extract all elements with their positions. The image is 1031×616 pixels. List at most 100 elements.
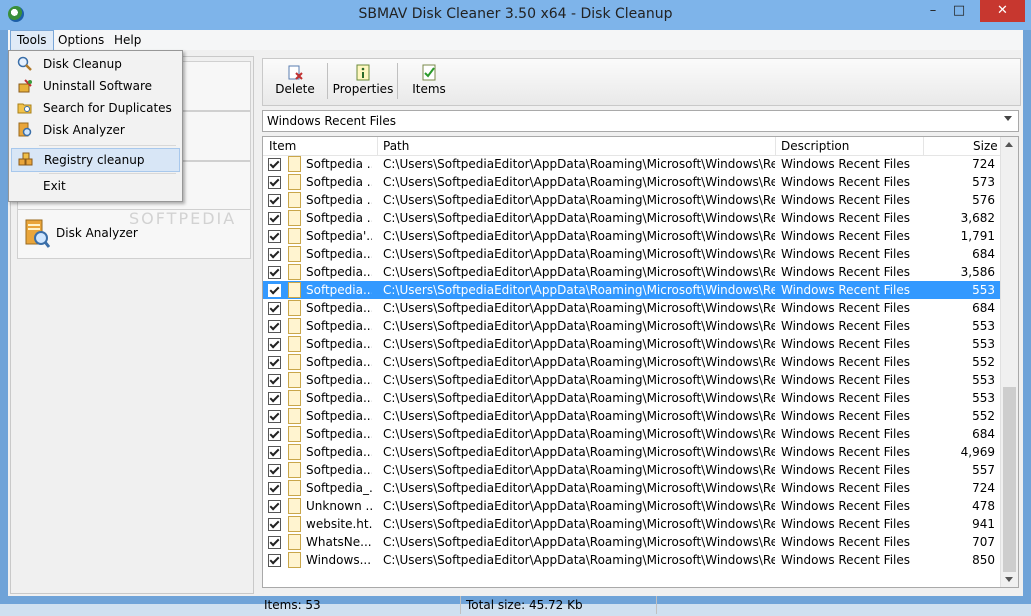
- scroll-thumb[interactable]: [1003, 387, 1016, 572]
- maximize-button[interactable]: □: [946, 0, 972, 22]
- row-checkbox[interactable]: [268, 518, 281, 531]
- row-checkbox[interactable]: [268, 158, 281, 171]
- row-checkbox[interactable]: [268, 266, 281, 279]
- toolbar: Delete Properties Items: [262, 58, 1021, 106]
- table-row[interactable]: Softpedia'... C:\Users\SoftpediaEditor\Ap…: [263, 227, 1000, 245]
- scroll-up-arrow-icon[interactable]: [1005, 142, 1013, 147]
- delete-button[interactable]: Delete: [267, 62, 323, 102]
- row-checkbox[interactable]: [268, 302, 281, 315]
- cell-description: Windows Recent Files: [781, 355, 910, 369]
- row-checkbox[interactable]: [268, 392, 281, 405]
- category-dropdown[interactable]: Windows Recent Files: [262, 110, 1019, 132]
- cell-item: Softpedia....: [306, 265, 372, 279]
- menu-item-uninstall-software[interactable]: Uninstall Software: [11, 75, 178, 97]
- row-checkbox[interactable]: [268, 410, 281, 423]
- row-checkbox[interactable]: [268, 464, 281, 477]
- row-checkbox[interactable]: [268, 284, 281, 297]
- close-button[interactable]: ✕: [980, 0, 1025, 22]
- table-row[interactable]: Softpedia.... C:\Users\SoftpediaEditor\Ap…: [263, 389, 1000, 407]
- title-bar[interactable]: SBMAV Disk Cleaner 3.50 x64 - Disk Clean…: [0, 0, 1031, 30]
- table-row[interactable]: Softpedia.... C:\Users\SoftpediaEditor\Ap…: [263, 371, 1000, 389]
- table-row[interactable]: Softpedia.... C:\Users\SoftpediaEditor\Ap…: [263, 461, 1000, 479]
- table-row[interactable]: Softpedia.... C:\Users\SoftpediaEditor\Ap…: [263, 353, 1000, 371]
- table-row[interactable]: Softpedia.... C:\Users\SoftpediaEditor\Ap…: [263, 299, 1000, 317]
- menu-item-registry-cleanup[interactable]: Registry cleanup: [11, 148, 180, 172]
- status-divider: [656, 596, 657, 614]
- cell-item: Softpedia....: [306, 355, 372, 369]
- table-row[interactable]: Softpedia.... C:\Users\SoftpediaEditor\Ap…: [263, 263, 1000, 281]
- menu-item-exit[interactable]: Exit: [11, 175, 178, 197]
- row-checkbox[interactable]: [268, 338, 281, 351]
- table-row[interactable]: website.ht... C:\Users\SoftpediaEditor\Ap…: [263, 515, 1000, 533]
- table-row[interactable]: Softpedia ... C:\Users\SoftpediaEditor\Ap…: [263, 191, 1000, 209]
- cell-path: C:\Users\SoftpediaEditor\AppData\Roaming…: [383, 175, 775, 189]
- column-divider[interactable]: [923, 137, 924, 155]
- menu-options[interactable]: Options: [52, 30, 110, 50]
- row-checkbox[interactable]: [268, 356, 281, 369]
- menu-help[interactable]: Help: [108, 30, 147, 50]
- row-checkbox[interactable]: [268, 212, 281, 225]
- column-divider[interactable]: [377, 137, 378, 155]
- table-row[interactable]: Softpedia.... C:\Users\SoftpediaEditor\Ap…: [263, 425, 1000, 443]
- delete-icon: [288, 65, 303, 80]
- cell-description: Windows Recent Files: [781, 481, 910, 495]
- table-row[interactable]: Windows.... C:\Users\SoftpediaEditor\AppD…: [263, 551, 1000, 569]
- column-header-description[interactable]: Description: [781, 139, 849, 153]
- cell-path: C:\Users\SoftpediaEditor\AppData\Roaming…: [383, 391, 775, 405]
- table-row[interactable]: Unknown ... C:\Users\SoftpediaEditor\AppD…: [263, 497, 1000, 515]
- column-header-item[interactable]: Item: [269, 139, 296, 153]
- column-header-size[interactable]: Size: [973, 139, 998, 153]
- scroll-down-arrow-icon[interactable]: [1005, 577, 1013, 582]
- cell-size: 553: [972, 337, 995, 351]
- table-row[interactable]: Softpedia.... C:\Users\SoftpediaEditor\Ap…: [263, 281, 1000, 299]
- cell-path: C:\Users\SoftpediaEditor\AppData\Roaming…: [383, 337, 775, 351]
- table-row[interactable]: Softpedia ... C:\Users\SoftpediaEditor\Ap…: [263, 173, 1000, 191]
- cell-size: 552: [972, 355, 995, 369]
- row-checkbox[interactable]: [268, 230, 281, 243]
- menu-item-search-duplicates[interactable]: Search for Duplicates: [11, 97, 178, 119]
- cell-item: Softpedia ...: [306, 211, 372, 225]
- minimize-button[interactable]: –: [920, 0, 946, 22]
- table-row[interactable]: WhatsNe... C:\Users\SoftpediaEditor\AppDa…: [263, 533, 1000, 551]
- cell-description: Windows Recent Files: [781, 265, 910, 279]
- items-button[interactable]: Items: [401, 62, 457, 102]
- menu-item-disk-cleanup[interactable]: Disk Cleanup: [11, 53, 178, 75]
- table-row[interactable]: Softpedia.... C:\Users\SoftpediaEditor\Ap…: [263, 245, 1000, 263]
- menu-separator: [39, 173, 176, 174]
- uninstall-icon: [18, 79, 32, 93]
- vertical-scrollbar[interactable]: [1000, 137, 1018, 587]
- items-check-icon: [422, 64, 436, 81]
- list-header: Item Path Description Size: [263, 137, 1000, 156]
- chevron-down-icon[interactable]: [1004, 116, 1012, 121]
- row-checkbox[interactable]: [268, 554, 281, 567]
- column-header-path[interactable]: Path: [383, 139, 409, 153]
- cell-description: Windows Recent Files: [781, 445, 910, 459]
- properties-button[interactable]: Properties: [331, 62, 395, 102]
- menu-tools[interactable]: Tools: [10, 30, 54, 52]
- row-checkbox[interactable]: [268, 428, 281, 441]
- row-checkbox[interactable]: [268, 500, 281, 513]
- menu-item-disk-analyzer[interactable]: Disk Analyzer: [11, 119, 178, 141]
- row-checkbox[interactable]: [268, 374, 281, 387]
- cell-description: Windows Recent Files: [781, 427, 910, 441]
- cell-description: Windows Recent Files: [781, 517, 910, 531]
- table-row[interactable]: Softpedia ... C:\Users\SoftpediaEditor\Ap…: [263, 209, 1000, 227]
- table-row[interactable]: Softpedia.... C:\Users\SoftpediaEditor\Ap…: [263, 335, 1000, 353]
- row-checkbox[interactable]: [268, 176, 281, 189]
- row-checkbox[interactable]: [268, 446, 281, 459]
- file-list[interactable]: Item Path Description Size Softpedia ...…: [262, 136, 1019, 588]
- table-row[interactable]: Softpedia ... C:\Users\SoftpediaEditor\Ap…: [263, 155, 1000, 173]
- file-icon: [288, 552, 301, 568]
- row-checkbox[interactable]: [268, 194, 281, 207]
- table-row[interactable]: Softpedia.... C:\Users\SoftpediaEditor\Ap…: [263, 443, 1000, 461]
- row-checkbox[interactable]: [268, 482, 281, 495]
- table-row[interactable]: Softpedia.... C:\Users\SoftpediaEditor\Ap…: [263, 407, 1000, 425]
- table-row[interactable]: Softpedia.... C:\Users\SoftpediaEditor\Ap…: [263, 317, 1000, 335]
- table-row[interactable]: Softpedia_... C:\Users\SoftpediaEditor\Ap…: [263, 479, 1000, 497]
- row-checkbox[interactable]: [268, 320, 281, 333]
- disk-analyzer-icon: [25, 219, 50, 248]
- row-checkbox[interactable]: [268, 248, 281, 261]
- row-checkbox[interactable]: [268, 536, 281, 549]
- column-divider[interactable]: [775, 137, 776, 155]
- cell-item: Softpedia....: [306, 427, 372, 441]
